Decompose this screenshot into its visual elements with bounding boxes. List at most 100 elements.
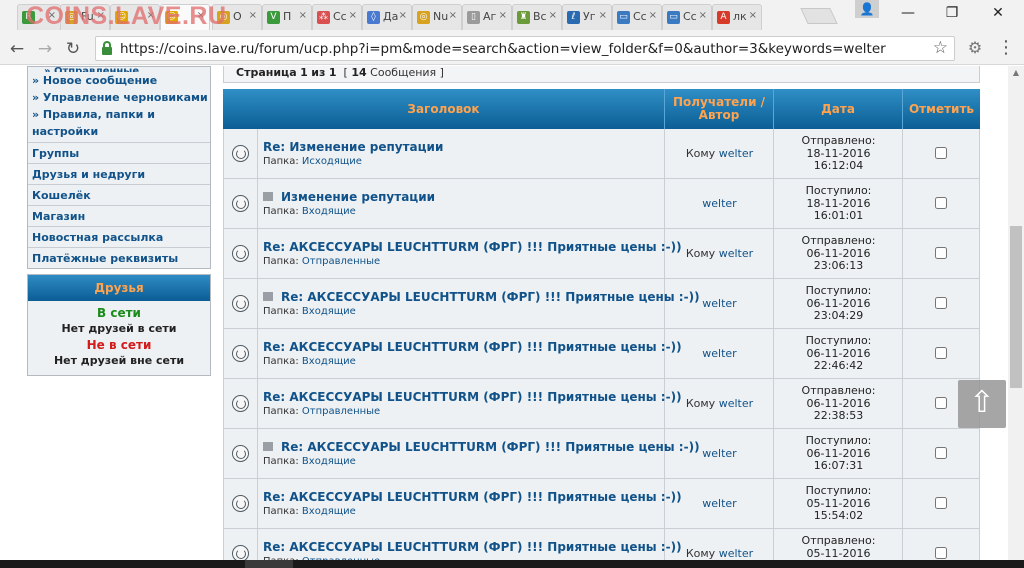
message-subject-link[interactable]: Re: АКСЕССУАРЫ LEUCHTTURM (ФРГ) !!! Прия… [263, 390, 682, 404]
browser-menu-icon[interactable]: ⋮ [996, 37, 1016, 59]
forward-arrow-icon[interactable]: → [34, 38, 56, 60]
folder-link[interactable]: Входящие [302, 306, 356, 317]
browser-tab[interactable]: ▯ Аг × [462, 4, 512, 30]
mark-checkbox[interactable] [935, 197, 947, 209]
sidebar-item-newsletter[interactable]: Новостная рассылка [28, 226, 210, 247]
page-scrollbar[interactable]: ▲ [1008, 66, 1024, 560]
scrollbar-thumb[interactable] [1010, 226, 1022, 388]
address-bar[interactable]: https://coins.lave.ru/forum/ucp.php?i=pm… [95, 36, 955, 61]
close-window-button[interactable]: ✕ [983, 3, 1013, 23]
author-link[interactable]: welter [719, 547, 753, 560]
message-row[interactable]: Re: АКСЕССУАРЫ LEUCHTTURM (ФРГ) !!! Прия… [223, 329, 980, 379]
tab-close-icon[interactable]: × [147, 10, 155, 21]
tab-close-icon[interactable]: × [349, 10, 357, 21]
message-row[interactable]: Изменение репутации Папка: Входящие welter… [223, 179, 980, 229]
sidebar-item-shop[interactable]: Магазин [28, 205, 210, 226]
tab-close-icon[interactable]: × [599, 10, 607, 21]
browser-tab[interactable]: ☺ × [160, 4, 210, 30]
profile-icon[interactable]: 👤 [855, 0, 879, 18]
sidebar-item-payment-details[interactable]: Платёжные реквизиты [28, 247, 210, 268]
header-mark[interactable]: Отметить [903, 89, 980, 129]
author-link[interactable]: welter [702, 447, 736, 460]
mark-checkbox[interactable] [935, 347, 947, 359]
tab-close-icon[interactable]: × [449, 10, 457, 21]
browser-tab[interactable]: ▭ Сс × [662, 4, 712, 30]
tab-close-icon[interactable]: × [749, 10, 757, 21]
mark-checkbox[interactable] [935, 497, 947, 509]
message-subject-link[interactable]: Re: АКСЕССУАРЫ LEUCHTTURM (ФРГ) !!! Прия… [263, 540, 682, 554]
browser-tab[interactable]: V П × [262, 4, 312, 30]
reload-icon[interactable]: ↻ [62, 38, 84, 60]
browser-tab[interactable]: ◎ О × [212, 4, 262, 30]
message-row[interactable]: Re: Изменение репутации Папка: Исходящие К… [223, 129, 980, 179]
back-to-top-button[interactable]: ⇧ [958, 380, 1006, 428]
browser-tab[interactable]: Aлк × [712, 4, 762, 30]
author-link[interactable]: welter [702, 197, 736, 210]
mark-checkbox[interactable] [935, 147, 947, 159]
tab-close-icon[interactable]: × [399, 10, 407, 21]
author-link[interactable]: welter [719, 247, 753, 260]
back-arrow-icon[interactable]: ← [6, 38, 28, 60]
tab-close-icon[interactable]: × [499, 10, 507, 21]
browser-tab[interactable]: ◊ Да × [362, 4, 412, 30]
author-link[interactable]: welter [702, 297, 736, 310]
tab-close-icon[interactable]: × [48, 10, 56, 21]
browser-tab[interactable]: ⁂ Сс × [312, 4, 362, 30]
browser-tab[interactable]: ▭ Сс × [612, 4, 662, 30]
header-date[interactable]: Дата [774, 89, 903, 129]
message-subject-link[interactable]: Re: АКСЕССУАРЫ LEUCHTTURM (ФРГ) !!! Прия… [281, 290, 700, 304]
browser-tab[interactable]: R × [17, 4, 61, 30]
message-subject-link[interactable]: Re: АКСЕССУАРЫ LEUCHTTURM (ФРГ) !!! Прия… [263, 340, 682, 354]
browser-tab[interactable]: ◎ Nu × [412, 4, 462, 30]
browser-tab[interactable]: ♜ Вс × [512, 4, 562, 30]
message-row[interactable]: Re: АКСЕССУАРЫ LEUCHTTURM (ФРГ) !!! Прия… [223, 529, 980, 560]
extension-icon[interactable]: ⚙ [964, 37, 986, 59]
message-row[interactable]: Re: АКСЕССУАРЫ LEUCHTTURM (ФРГ) !!! Прия… [223, 279, 980, 329]
browser-tab[interactable]: ◎ Fu × [60, 4, 110, 30]
mark-checkbox[interactable] [935, 547, 947, 559]
author-link[interactable]: welter [719, 147, 753, 160]
sidebar-link-drafts[interactable]: » Управление черновиками [32, 89, 208, 106]
bookmark-star-icon[interactable]: ☆ [933, 38, 948, 58]
message-subject-link[interactable]: Re: АКСЕССУАРЫ LEUCHTTURM (ФРГ) !!! Прия… [263, 240, 682, 254]
tab-close-icon[interactable]: × [97, 10, 105, 21]
sidebar-link-rules-folders[interactable]: » Правила, папки и настройки [32, 106, 182, 140]
folder-link[interactable]: Входящие [302, 506, 356, 517]
sidebar-item-wallet[interactable]: Кошелёк [28, 184, 210, 205]
tab-close-icon[interactable]: × [249, 10, 257, 21]
folder-link[interactable]: Отправленные [302, 256, 380, 267]
folder-link[interactable]: Исходящие [302, 156, 362, 167]
sidebar-item-friends-foes[interactable]: Друзья и недруги [28, 163, 210, 184]
mark-checkbox[interactable] [935, 447, 947, 459]
url-text[interactable]: https://coins.lave.ru/forum/ucp.php?i=pm… [120, 41, 886, 57]
mark-checkbox[interactable] [935, 247, 947, 259]
message-subject-link[interactable]: Re: АКСЕССУАРЫ LEUCHTTURM (ФРГ) !!! Прия… [281, 440, 700, 454]
folder-link[interactable]: Входящие [302, 456, 356, 467]
message-row[interactable]: Re: АКСЕССУАРЫ LEUCHTTURM (ФРГ) !!! Прия… [223, 379, 980, 429]
message-subject-link[interactable]: Изменение репутации [281, 190, 435, 204]
folder-link[interactable]: Отправленные [302, 406, 380, 417]
tab-close-icon[interactable]: × [549, 10, 557, 21]
author-link[interactable]: welter [719, 397, 753, 410]
folder-link[interactable]: Входящие [302, 356, 356, 367]
author-link[interactable]: welter [702, 347, 736, 360]
tab-close-icon[interactable]: × [699, 10, 707, 21]
tab-close-icon[interactable]: × [197, 10, 205, 21]
message-subject-link[interactable]: Re: Изменение репутации [263, 140, 443, 154]
mark-checkbox[interactable] [935, 397, 947, 409]
tab-close-icon[interactable]: × [649, 10, 657, 21]
message-row[interactable]: Re: АКСЕССУАРЫ LEUCHTTURM (ФРГ) !!! Прия… [223, 479, 980, 529]
scroll-up-icon[interactable]: ▲ [1011, 68, 1021, 77]
author-link[interactable]: welter [702, 497, 736, 510]
header-recipients[interactable]: Получатели / Автор [665, 89, 774, 129]
mark-checkbox[interactable] [935, 297, 947, 309]
message-row[interactable]: Re: АКСЕССУАРЫ LEUCHTTURM (ФРГ) !!! Прия… [223, 429, 980, 479]
browser-tab[interactable]: ☺ × [110, 4, 160, 30]
sidebar-item-groups[interactable]: Группы [28, 142, 210, 163]
message-subject-link[interactable]: Re: АКСЕССУАРЫ LEUCHTTURM (ФРГ) !!! Прия… [263, 490, 682, 504]
browser-tab[interactable]: ℓ Уг × [562, 4, 612, 30]
header-subject[interactable]: Заголовок [223, 89, 665, 129]
sidebar-link-new-message[interactable]: » Новое сообщение [32, 72, 206, 89]
folder-link[interactable]: Входящие [302, 206, 356, 217]
taskbar-item[interactable] [245, 560, 293, 568]
